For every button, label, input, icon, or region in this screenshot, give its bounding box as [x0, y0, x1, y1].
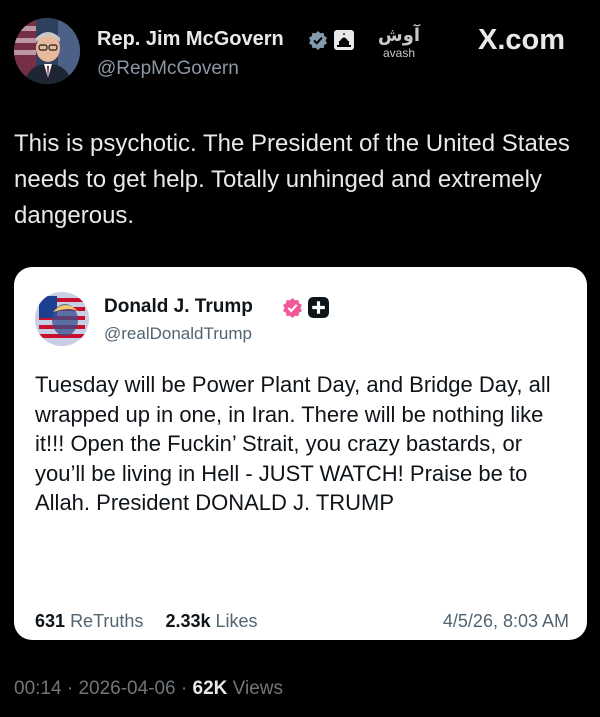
- embedded-post-footer: 631 ReTruths 2.33k Likes 4/5/26, 8:03 AM: [35, 611, 569, 632]
- verified-badge-icon: [308, 30, 328, 50]
- post-meta: 00:14 · 2026-04-06 · 62K Views: [14, 678, 283, 700]
- avash-watermark: آوش avash: [376, 25, 422, 60]
- verified-pink-badge-icon: [282, 297, 302, 318]
- views-label[interactable]: Views: [233, 678, 283, 699]
- government-capitol-icon: [334, 30, 354, 50]
- post-date[interactable]: 2026-04-06: [78, 678, 175, 699]
- likes-count[interactable]: 2.33k: [165, 611, 210, 631]
- post-text: This is psychotic. The President of the …: [14, 130, 570, 229]
- embedded-post-date: 4/5/26, 8:03 AM: [442, 611, 569, 631]
- embedded-author-avatar[interactable]: [35, 292, 89, 346]
- embedded-author-photo-icon: [35, 292, 89, 346]
- watermark-latin: avash: [382, 46, 416, 60]
- watermark-persian: آوش: [377, 25, 421, 46]
- retruths-label[interactable]: ReTruths: [70, 611, 143, 631]
- author-photo-icon: [14, 18, 80, 84]
- author-avatar[interactable]: [14, 18, 80, 84]
- embedded-author-handle[interactable]: @realDonaldTrump: [104, 324, 252, 344]
- likes-label[interactable]: Likes: [216, 611, 258, 631]
- retruths-count[interactable]: 631: [35, 611, 65, 631]
- post-time[interactable]: 00:14: [14, 678, 62, 699]
- plus-badge-icon: [308, 297, 329, 318]
- author-handle[interactable]: @RepMcGovern: [97, 58, 239, 80]
- meta-separator: ·: [180, 678, 188, 699]
- views-count[interactable]: 62K: [193, 678, 228, 699]
- embedded-author-name[interactable]: Donald J. Trump: [104, 296, 253, 318]
- x-com-logo: X.com: [478, 24, 566, 56]
- meta-separator: ·: [66, 678, 74, 699]
- embedded-post-card[interactable]: Donald J. Trump @realDonaldTrump Tuesday…: [14, 267, 587, 640]
- embedded-post-text: Tuesday will be Power Plant Day, and Bri…: [35, 372, 551, 515]
- author-name[interactable]: Rep. Jim McGovern: [97, 28, 284, 51]
